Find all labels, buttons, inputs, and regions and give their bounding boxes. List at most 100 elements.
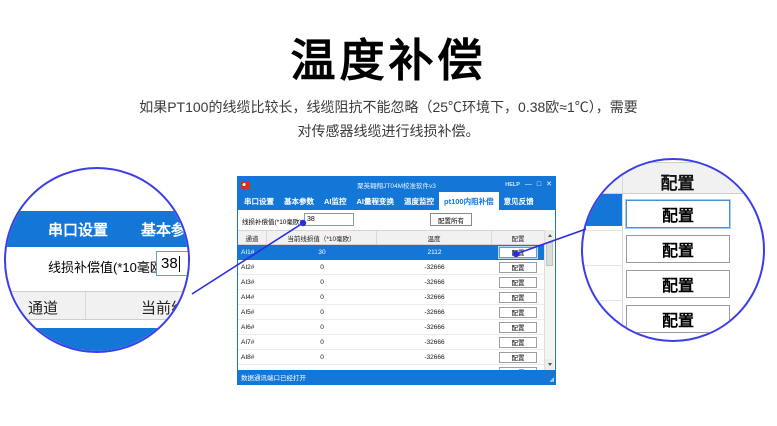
channel-cell: AI1#: [238, 249, 267, 256]
tab[interactable]: pt100内阻补偿: [439, 192, 499, 210]
configure-button[interactable]: 配置: [499, 352, 537, 363]
table-body: AI1# 30 2112 配置 AI2# 0 -32666 配置 AI3# 0 …: [238, 245, 544, 370]
callout-header-channel: 通道: [28, 297, 58, 318]
page: 温度补偿 如果PT100的线缆比较长，线缆阻抗不能忽略（25℃环境下，0.38欧…: [0, 0, 777, 426]
callout-configure-button: 配置: [626, 305, 730, 333]
maximize-button[interactable]: □: [537, 181, 541, 188]
left-magnifier-callout: 串口设置 基本参数 线损补偿值(*10毫欧) 38 通道 当前线损值: [4, 167, 190, 353]
table-row[interactable]: AI2# 0 -32666 配置: [238, 260, 544, 275]
callout-selected-row-fragment: [583, 194, 622, 226]
channel-cell: AI7#: [238, 339, 267, 346]
row-divider: [583, 265, 622, 266]
table-row[interactable]: AI6# 0 -32666 配置: [238, 320, 544, 335]
callout-configure-button: 配置: [626, 235, 730, 263]
callout-header-line-loss: 当前线损值: [141, 297, 190, 318]
callout-tab-basic: 基本参数: [141, 219, 190, 240]
callout-selected-row: [6, 328, 188, 353]
table-row[interactable]: AI4# 0 -32666 配置: [238, 290, 544, 305]
configure-button[interactable]: 配置: [499, 322, 537, 333]
configure-all-button[interactable]: 配置所有: [430, 213, 472, 226]
status-bar: 数据通讯端口已经打开 ◢: [238, 370, 555, 384]
status-text: 数据通讯端口已经打开: [241, 372, 306, 382]
temperature-cell: -32666: [377, 354, 492, 361]
configure-button[interactable]: 配置: [499, 292, 537, 303]
tab[interactable]: AI监控: [319, 192, 352, 210]
page-description-line1: 如果PT100的线缆比较长，线缆阻抗不能忽略（25℃环境下，0.38欧≈1℃），…: [0, 95, 777, 119]
tab[interactable]: 温度监控: [399, 192, 439, 210]
tab[interactable]: 基本参数: [279, 192, 319, 210]
line-loss-cell: 30: [267, 249, 377, 256]
help-button[interactable]: HELP: [505, 182, 520, 188]
configure-button[interactable]: 配置: [499, 307, 537, 318]
scrollbar-thumb[interactable]: [546, 242, 553, 266]
minimize-button[interactable]: —: [525, 181, 532, 188]
configure-button[interactable]: 配置: [499, 277, 537, 288]
temperature-cell: -32666: [377, 264, 492, 271]
temperature-cell: -32666: [377, 339, 492, 346]
configure-button[interactable]: 配置: [499, 337, 537, 348]
row-divider: [583, 300, 622, 301]
callout-table-header: 通道 当前线损值: [6, 291, 188, 320]
close-button[interactable]: ✕: [546, 181, 552, 188]
compensation-label: 线损补偿值(*10毫欧): [242, 216, 302, 226]
table-row[interactable]: AI7# 0 -32666 配置: [238, 335, 544, 350]
line-loss-cell: 0: [267, 294, 377, 301]
callout-configure-button: 配置: [626, 270, 730, 298]
tab-bar: 串口设置基本参数AI监控AI量程变换温度监控pt100内阻补偿意见反馈: [238, 192, 555, 210]
tab[interactable]: AI量程变换: [352, 192, 400, 210]
window-titlebar[interactable]: 聚英翱翔JT04M校准软件v3 HELP — □ ✕: [238, 177, 555, 192]
channel-cell: AI8#: [238, 354, 267, 361]
callout-compensation-value: 38: [161, 255, 178, 272]
channel-cell: AI2#: [238, 264, 267, 271]
column-header-configure: 配置: [492, 231, 544, 244]
table-header: 通道 当前线损值（*10毫欧） 温度 配置: [238, 230, 544, 245]
channel-cell: AI4#: [238, 294, 267, 301]
column-header-line-loss: 当前线损值（*10毫欧）: [267, 231, 377, 244]
page-description: 如果PT100的线缆比较长，线缆阻抗不能忽略（25℃环境下，0.38欧≈1℃），…: [0, 95, 777, 143]
channel-cell: AI6#: [238, 324, 267, 331]
tab[interactable]: 意见反馈: [499, 192, 539, 210]
temperature-cell: -32666: [377, 294, 492, 301]
temperature-cell: -32666: [377, 279, 492, 286]
scroll-down-button[interactable]: [545, 359, 554, 370]
callout-configure-header: 配置: [583, 162, 763, 194]
line-loss-cell: 0: [267, 264, 377, 271]
table-row[interactable]: AI8# 0 -32666 配置: [238, 350, 544, 365]
channel-cell: AI3#: [238, 279, 267, 286]
scrollbar[interactable]: [544, 230, 554, 370]
compensation-input[interactable]: [304, 213, 354, 226]
line-loss-cell: 0: [267, 279, 377, 286]
tab[interactable]: 串口设置: [239, 192, 279, 210]
scroll-up-button[interactable]: [545, 230, 554, 241]
configure-button[interactable]: 配置: [499, 247, 537, 258]
text-caret: [179, 256, 180, 272]
table-row[interactable]: AI5# 0 -32666 配置: [238, 305, 544, 320]
line-loss-cell: 0: [267, 309, 377, 316]
configure-button[interactable]: 配置: [499, 262, 537, 273]
column-header-channel: 通道: [238, 231, 267, 244]
right-magnifier-callout: 配置 配置 配置 配置 配置: [581, 158, 765, 342]
app-window: 聚英翱翔JT04M校准软件v3 HELP — □ ✕ 串口设置基本参数AI监控A…: [237, 176, 556, 385]
column-divider: [622, 162, 623, 340]
page-title: 温度补偿: [0, 24, 777, 89]
toolbar: 线损补偿值(*10毫欧) 配置所有: [238, 210, 555, 230]
temperature-cell: -32666: [377, 324, 492, 331]
table-row[interactable]: AI1# 30 2112 配置: [238, 245, 544, 260]
line-loss-cell: 0: [267, 354, 377, 361]
temperature-cell: -32666: [377, 309, 492, 316]
line-loss-cell: 0: [267, 339, 377, 346]
scroll-down-icon: [548, 363, 552, 366]
callout-compensation-label: 线损补偿值(*10毫欧): [48, 257, 167, 276]
table-row[interactable]: AI3# 0 -32666 配置: [238, 275, 544, 290]
column-header-temperature: 温度: [377, 231, 492, 244]
callout-tab-serial: 串口设置: [48, 219, 108, 240]
column-divider: [85, 292, 86, 319]
temperature-cell: 2112: [377, 249, 492, 256]
scroll-up-icon: [548, 234, 552, 237]
channel-cell: AI5#: [238, 309, 267, 316]
callout-configure-button: 配置: [626, 200, 730, 228]
line-loss-cell: 0: [267, 324, 377, 331]
callout-compensation-input: 38: [156, 251, 190, 276]
resize-grip-icon: ◢: [549, 376, 554, 383]
callout-configure-header-label: 配置: [622, 169, 733, 194]
